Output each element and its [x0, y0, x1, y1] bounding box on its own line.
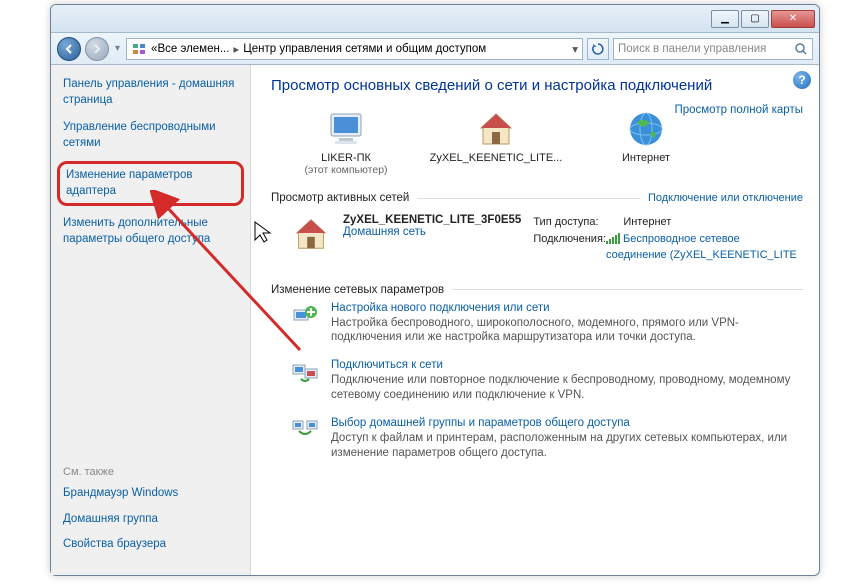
close-button[interactable]: ✕ — [771, 10, 815, 28]
address-bar: ▾ « Все элемен... ▸ Центр управления сет… — [51, 33, 819, 65]
homegroup-link[interactable]: Выбор домашней группы и параметров общег… — [331, 417, 803, 429]
pc-icon — [325, 108, 367, 150]
search-icon — [794, 42, 808, 56]
see-also-label: См. также — [63, 466, 238, 478]
main-panel: ? Просмотр основных сведений о сети и на… — [251, 65, 819, 575]
network-type-link[interactable]: Домашняя сеть — [343, 226, 521, 238]
connect-disconnect-link[interactable]: Подключение или отключение — [648, 192, 803, 204]
full-map-link[interactable]: Просмотр полной карты — [674, 104, 803, 116]
network-name: ZyXEL_KEENETIC_LITE_3F0E55 — [343, 214, 521, 226]
minimize-button[interactable]: ▁ — [711, 10, 739, 28]
sidebar: Панель управления - домашняя страница Уп… — [51, 65, 251, 575]
globe-icon — [625, 108, 667, 150]
see-also-homegroup[interactable]: Домашняя группа — [63, 512, 238, 528]
connect-network-icon — [291, 359, 319, 387]
homegroup-icon — [291, 417, 319, 445]
active-networks-header: Просмотр активных сетей Подключение или … — [271, 192, 803, 204]
sidebar-link-adapter-settings[interactable]: Изменение параметров адаптера — [57, 161, 244, 206]
control-panel-icon — [131, 41, 147, 57]
content-area: Панель управления - домашняя страница Уп… — [51, 65, 819, 575]
help-icon[interactable]: ? — [793, 71, 811, 89]
refresh-button[interactable] — [587, 38, 609, 60]
breadcrumb[interactable]: « Все элемен... ▸ Центр управления сетям… — [126, 38, 583, 60]
nav-dropdown-icon[interactable]: ▾ — [113, 43, 122, 54]
titlebar: ▁ ▢ ✕ — [51, 5, 819, 33]
maximize-button[interactable]: ▢ — [741, 10, 769, 28]
window: ▁ ▢ ✕ ▾ « Все элемен... ▸ Центр управлен… — [50, 4, 820, 576]
search-input[interactable]: Поиск в панели управления — [613, 38, 813, 60]
back-button[interactable] — [57, 37, 81, 61]
map-this-pc: LIKER-ПК (этот компьютер) — [291, 108, 401, 176]
change-settings-header: Изменение сетевых параметров — [271, 284, 803, 296]
network-home-icon — [291, 214, 331, 254]
map-router: ZyXEL_KEENETIC_LITE... — [441, 108, 551, 164]
new-connection-icon — [291, 302, 319, 330]
see-also-firewall[interactable]: Брандмауэр Windows — [63, 486, 238, 502]
change-item-connect: Подключиться к сети Подключение или повт… — [291, 359, 803, 403]
house-icon — [475, 108, 517, 150]
map-internet: Интернет — [591, 108, 701, 164]
crumb-current[interactable]: Центр управления сетями и общим доступом — [243, 43, 486, 55]
connect-network-link[interactable]: Подключиться к сети — [331, 359, 803, 371]
see-also-browser[interactable]: Свойства браузера — [63, 537, 238, 553]
new-connection-link[interactable]: Настройка нового подключения или сети — [331, 302, 803, 314]
connection-link[interactable]: Беспроводное сетевое соединение (ZyXEL_K… — [606, 233, 797, 262]
wifi-signal-icon — [606, 233, 620, 245]
sidebar-link-sharing[interactable]: Изменить дополнительные параметры общего… — [63, 216, 238, 247]
change-item-homegroup: Выбор домашней группы и параметров общег… — [291, 417, 803, 461]
sidebar-home-link[interactable]: Панель управления - домашняя страница — [63, 77, 238, 108]
active-network-row: ZyXEL_KEENETIC_LITE_3F0E55 Домашняя сеть… — [271, 210, 803, 276]
sidebar-link-wireless[interactable]: Управление беспроводными сетями — [63, 120, 238, 151]
crumb-all[interactable]: Все элемен... — [157, 43, 229, 55]
forward-button[interactable] — [85, 37, 109, 61]
change-item-new-connection: Настройка нового подключения или сети На… — [291, 302, 803, 346]
network-map: LIKER-ПК (этот компьютер) ZyXEL_KEENETIC… — [271, 104, 803, 184]
page-title: Просмотр основных сведений о сети и наст… — [271, 77, 803, 94]
